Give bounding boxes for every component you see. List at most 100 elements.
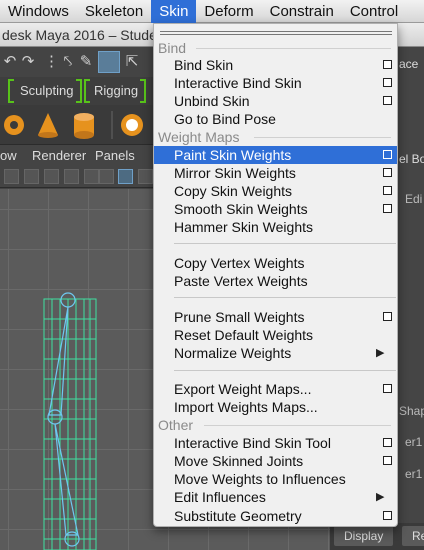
option-box-icon[interactable] [383, 60, 392, 69]
option-box-icon[interactable] [383, 168, 392, 177]
tab-bracket-icon [140, 79, 146, 103]
menu-item-smooth-skin-weights[interactable]: Smooth Skin Weights [154, 200, 397, 218]
menu-item-substitute-geometry[interactable]: Substitute Geometry [154, 507, 397, 525]
menu-item-hammer-skin-weights[interactable]: Hammer Skin Weights [154, 218, 397, 236]
menu-divider [174, 297, 396, 298]
display-tab[interactable]: Display [334, 526, 394, 546]
menu-skin[interactable]: Skin [151, 0, 197, 23]
menu-item-label: Export Weight Maps... [174, 381, 312, 397]
menu-item-move-weights-to-influences[interactable]: Move Weights to Influences [154, 470, 397, 488]
panel-menu-panels[interactable]: Panels [95, 148, 135, 163]
option-box-icon[interactable] [383, 186, 392, 195]
menu-item-label: Copy Vertex Weights [174, 255, 305, 271]
section-header-weight-maps: Weight Maps [158, 129, 240, 145]
menu-item-interactive-bind-skin[interactable]: Interactive Bind Skin [154, 74, 397, 92]
move-tool-icon[interactable]: ⇱ [124, 54, 140, 70]
input-node-label-1: er1 [405, 435, 423, 449]
option-box-icon[interactable] [383, 312, 392, 321]
section-header-bind: Bind [158, 40, 187, 56]
separator-icon: ⋮ [44, 53, 59, 70]
menu-item-copy-vertex-weights[interactable]: Copy Vertex Weights [154, 254, 397, 272]
film-gate-icon[interactable] [44, 169, 59, 184]
grid-icon[interactable] [4, 169, 19, 184]
tab-bracket-icon [76, 79, 82, 103]
input-node-label-2: er1 [405, 467, 423, 481]
menu-item-label: Import Weights Maps... [174, 399, 318, 415]
header-divider [204, 425, 391, 426]
resolution-gate-icon[interactable] [64, 169, 79, 184]
menu-item-interactive-bind-skin-tool[interactable]: Interactive Bind Skin Tool [154, 434, 397, 452]
menu-item-label: Bind Skin [174, 57, 234, 73]
menu-item-label: Copy Skin Weights [174, 183, 293, 199]
menu-item-paint-skin-weights[interactable]: Paint Skin Weights [154, 146, 397, 164]
menu-item-label: Interactive Bind Skin Tool [174, 435, 331, 451]
option-box-icon[interactable] [383, 78, 392, 87]
menu-item-import-weights-maps[interactable]: Import Weights Maps... [154, 398, 397, 416]
layer-editor-tabs: Display Rer [330, 523, 424, 550]
menu-item-label: Normalize Weights [174, 345, 292, 361]
section-header-other: Other [158, 417, 194, 433]
menu-item-label: Go to Bind Pose [174, 111, 276, 127]
panel-menu-renderer[interactable]: Renderer [32, 148, 86, 163]
cylinder-icon[interactable] [74, 113, 94, 139]
option-box-icon[interactable] [383, 150, 392, 159]
menu-item-copy-skin-weights[interactable]: Copy Skin Weights [154, 182, 397, 200]
menu-deform[interactable]: Deform [196, 0, 261, 23]
menu-item-label: Reset Default Weights [174, 327, 314, 343]
menu-item-export-weight-maps[interactable]: Export Weight Maps... [154, 380, 397, 398]
menu-item-label: Move Skinned Joints [174, 453, 304, 469]
menu-item-bind-skin[interactable]: Bind Skin [154, 56, 397, 74]
menu-item-reset-default-weights[interactable]: Reset Default Weights [154, 326, 397, 344]
menu-item-label: Smooth Skin Weights [174, 201, 308, 217]
soccer-ball-icon[interactable] [121, 114, 143, 136]
channel-box-tab[interactable]: el Box [399, 152, 424, 166]
cone-icon[interactable] [38, 113, 58, 138]
redo-icon[interactable]: ↷ [20, 54, 36, 70]
tab-rigging[interactable]: Rigging [88, 81, 144, 101]
menu-item-paste-vertex-weights[interactable]: Paste Vertex Weights [154, 272, 397, 290]
menu-item-label: Mirror Skin Weights [174, 165, 296, 181]
field-chart-icon[interactable] [99, 169, 114, 184]
menu-item-label: Substitute Geometry [174, 508, 302, 524]
select-tool-icon[interactable] [98, 51, 120, 73]
workspace-label: ace [399, 57, 419, 71]
undo-icon[interactable]: ↶ [2, 54, 18, 70]
option-box-icon[interactable] [383, 384, 392, 393]
panel-menu-show[interactable]: ow [0, 148, 17, 163]
option-box-icon[interactable] [383, 96, 392, 105]
lasso-icon[interactable]: ⤣ [60, 54, 76, 70]
option-box-icon[interactable] [383, 456, 392, 465]
header-divider [254, 137, 391, 138]
torus-icon[interactable] [4, 115, 24, 135]
render-tab[interactable]: Rer [402, 526, 424, 546]
submenu-arrow-icon: ▶ [376, 491, 385, 503]
menu-constrain[interactable]: Constrain [262, 0, 342, 23]
paint-select-icon[interactable]: ✎ [78, 54, 94, 70]
menu-divider [174, 370, 396, 371]
camera-icon[interactable] [24, 169, 39, 184]
menu-item-label: Paste Vertex Weights [174, 273, 308, 289]
menu-item-edit-influences[interactable]: Edit Influences ▶ [154, 488, 397, 506]
menu-skeleton[interactable]: Skeleton [77, 0, 151, 23]
option-box-icon[interactable] [383, 204, 392, 213]
menu-item-unbind-skin[interactable]: Unbind Skin [154, 92, 397, 110]
tab-sculpting[interactable]: Sculpting [14, 81, 79, 101]
menu-tearoff-handle[interactable] [160, 31, 392, 35]
menu-control[interactable]: Control [342, 0, 406, 23]
option-box-icon[interactable] [383, 438, 392, 447]
wireframe-cube-icon[interactable] [118, 169, 133, 184]
menu-item-prune-small-weights[interactable]: Prune Small Weights [154, 308, 397, 326]
gate-mask-icon[interactable] [84, 169, 99, 184]
menu-item-normalize-weights[interactable]: Normalize Weights ▶ [154, 344, 397, 362]
option-box-icon[interactable] [383, 511, 392, 520]
menu-item-go-to-bind-pose[interactable]: Go to Bind Pose [154, 110, 397, 128]
shelf-icons [4, 111, 143, 139]
menu-item-label: Paint Skin Weights [174, 147, 292, 163]
menu-item-mirror-skin-weights[interactable]: Mirror Skin Weights [154, 164, 397, 182]
menu-item-move-skinned-joints[interactable]: Move Skinned Joints [154, 452, 397, 470]
menu-item-label: Hammer Skin Weights [174, 219, 314, 235]
edit-menu-label[interactable]: Edi [405, 192, 422, 206]
app-menubar: Windows Skeleton Skin Deform Constrain C… [0, 0, 424, 23]
shaded-cube-icon[interactable] [138, 169, 153, 184]
menu-windows[interactable]: Windows [0, 0, 77, 23]
